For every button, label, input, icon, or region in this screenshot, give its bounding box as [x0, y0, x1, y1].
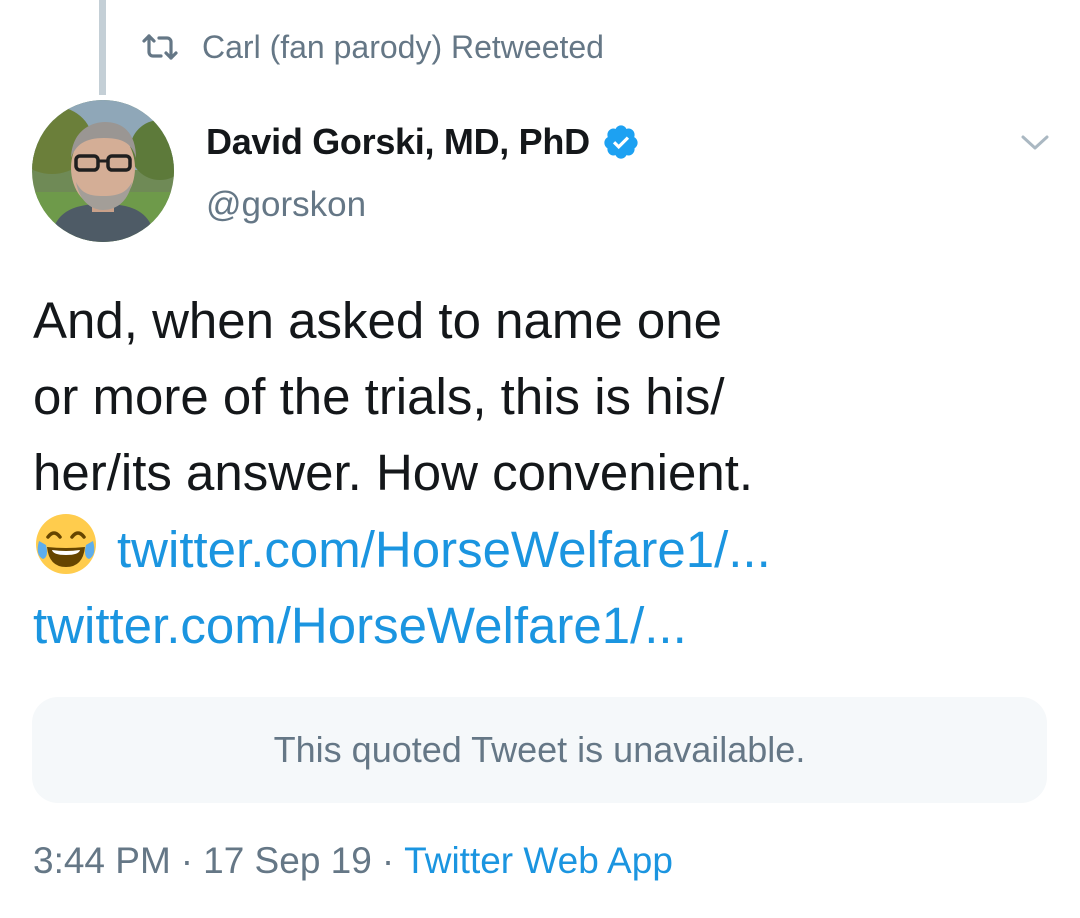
avatar[interactable]	[32, 100, 174, 242]
tweet-text-line: or more of the trials, this is his/	[33, 368, 725, 425]
tweet-source-link[interactable]: Twitter Web App	[404, 840, 673, 881]
tweet-link-line: twitter.com/HorseWelfare1/...	[33, 511, 1043, 588]
verified-badge-icon	[602, 123, 640, 161]
tweet-text: And, when asked to name one or more of t…	[33, 283, 1043, 664]
retweeted-by-text: Carl (fan parody) Retweeted	[202, 28, 604, 65]
face-with-tears-of-joy-icon	[33, 511, 99, 577]
quoted-tweet-unavailable-text: This quoted Tweet is unavailable.	[273, 729, 806, 770]
retweet-context[interactable]: Carl (fan parody) Retweeted	[140, 26, 604, 68]
tweet-link[interactable]: twitter.com/HorseWelfare1/...	[117, 521, 771, 578]
tweet-date[interactable]: 17 Sep 19	[203, 840, 372, 881]
chevron-down-icon[interactable]	[1018, 128, 1052, 158]
separator-dot: ·	[381, 840, 395, 881]
tweet-time[interactable]: 3:44 PM	[33, 840, 171, 881]
tweet-text-line: And, when asked to name one	[33, 292, 722, 349]
author-handle[interactable]: @gorskon	[206, 185, 366, 225]
author-name-row[interactable]: David Gorski, MD, PhD	[206, 118, 640, 166]
avatar-image	[32, 100, 174, 242]
author-display-name[interactable]: David Gorski, MD, PhD	[206, 121, 590, 163]
tweet-link[interactable]: twitter.com/HorseWelfare1/...	[33, 588, 1043, 664]
thread-connector-line	[99, 0, 106, 95]
tweet-metadata: 3:44 PM · 17 Sep 19 · Twitter Web App	[33, 840, 673, 882]
tweet-text-line: her/its answer. How convenient.	[33, 444, 754, 501]
separator-dot: ·	[180, 840, 194, 881]
retweet-icon	[140, 32, 180, 62]
quoted-tweet-unavailable: This quoted Tweet is unavailable.	[32, 697, 1047, 803]
